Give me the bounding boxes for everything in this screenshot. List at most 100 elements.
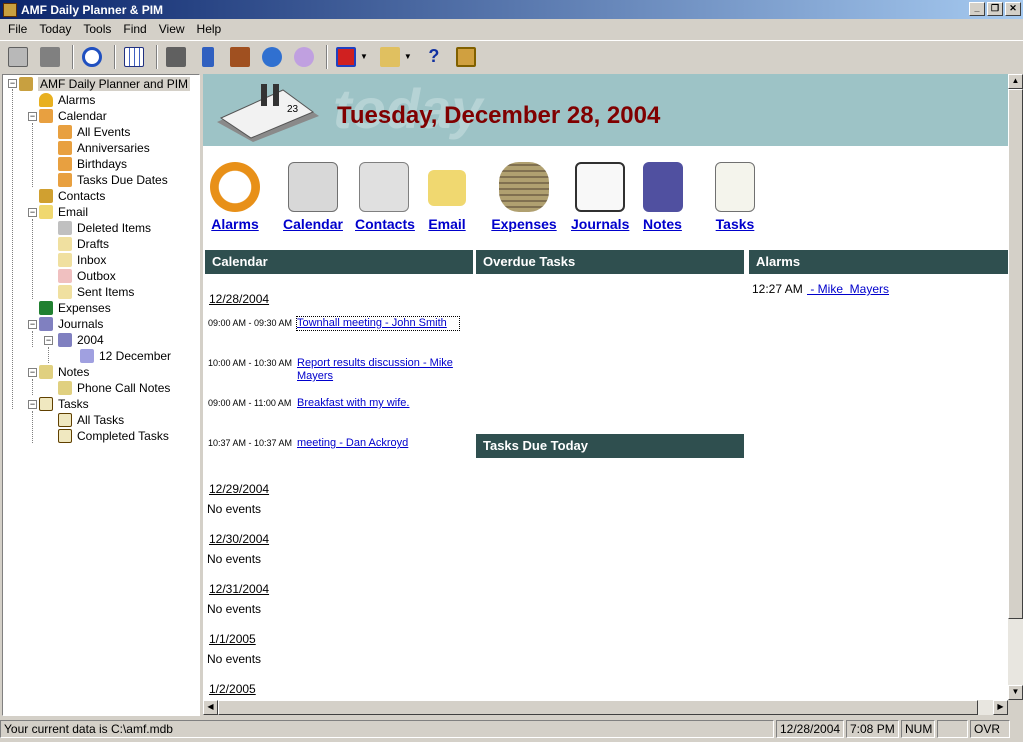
minimize-button[interactable]: _ [969, 2, 985, 16]
tree-item-12-december[interactable]: 12 December [80, 348, 171, 364]
scroll-right-button[interactable]: ▶ [993, 700, 1008, 715]
nav-email-link[interactable]: Email [428, 216, 465, 232]
tree-item-drafts[interactable]: Drafts [58, 236, 109, 252]
collapse-toggle[interactable]: − [44, 336, 53, 345]
calendar-icon [58, 125, 72, 139]
horizontal-scrollbar[interactable]: ◀ ▶ [203, 700, 1008, 715]
help-icon: ? [428, 46, 440, 66]
nav-tasks[interactable]: Tasks [713, 162, 757, 232]
nav-alarms-link[interactable]: Alarms [211, 216, 258, 232]
tree-item-journals[interactable]: Journals [39, 316, 103, 332]
tree-item-all-events[interactable]: All Events [58, 124, 130, 140]
scroll-down-button[interactable]: ▼ [1008, 685, 1023, 700]
tree-item-birthdays[interactable]: Birthdays [58, 156, 127, 172]
tree-item-sent-items[interactable]: Sent Items [58, 284, 134, 300]
collapse-toggle[interactable]: − [8, 79, 17, 88]
event-link[interactable]: Townhall meeting - John Smith [296, 316, 460, 331]
tree-item-outbox[interactable]: Outbox [58, 268, 116, 284]
day-heading: 1/1/2005 [209, 632, 256, 646]
tree-item-phone-call-notes[interactable]: Phone Call Notes [58, 380, 170, 396]
tree-item-expenses[interactable]: Expenses [39, 300, 111, 316]
vertical-scrollbar[interactable]: ▲ ▼ [1008, 74, 1023, 700]
exit-button[interactable] [452, 44, 480, 70]
menu-view[interactable]: View [153, 22, 191, 36]
event-link[interactable]: meeting - Dan Ackroyd [297, 437, 459, 450]
alarm-link[interactable]: - Mike Mayers [807, 282, 889, 296]
inbox-icon [58, 253, 72, 267]
tree-item-tasks-due-dates[interactable]: Tasks Due Dates [58, 172, 168, 188]
svg-text:23: 23 [287, 104, 299, 115]
tree-item-2004[interactable]: 2004 [58, 332, 104, 348]
nav-expenses[interactable]: Expenses [491, 162, 557, 232]
menu-today[interactable]: Today [33, 22, 77, 36]
collapse-toggle[interactable]: − [28, 400, 37, 409]
tree-item-all-tasks[interactable]: All Tasks [58, 412, 124, 428]
tree-item-tasks[interactable]: Tasks [39, 396, 89, 412]
event-link[interactable]: Breakfast with my wife. [297, 397, 459, 410]
new-item-button[interactable] [332, 44, 360, 70]
no-events-label: No events [207, 602, 262, 616]
phone-button[interactable] [162, 44, 190, 70]
open-book-icon [575, 162, 625, 212]
menu-help[interactable]: Help [191, 22, 228, 36]
menu-find[interactable]: Find [117, 22, 152, 36]
collapse-toggle[interactable]: − [28, 320, 37, 329]
tree-item-anniversaries[interactable]: Anniversaries [58, 140, 150, 156]
calculator-button[interactable] [194, 44, 222, 70]
calendar-grid-icon [124, 46, 144, 67]
tree-item-completed-tasks[interactable]: Completed Tasks [58, 428, 169, 444]
nav-journals[interactable]: Journals [571, 162, 629, 232]
rolodex-icon [359, 162, 409, 212]
scroll-thumb[interactable] [1008, 89, 1023, 619]
tree-item-root[interactable]: AMF Daily Planner and PIM [19, 76, 191, 92]
tree-item-contacts[interactable]: Contacts [39, 188, 105, 204]
status-num: NUM [901, 720, 935, 738]
nav-calendar[interactable]: Calendar [283, 162, 343, 232]
nav-notes-link[interactable]: Notes [643, 216, 682, 232]
menu-file[interactable]: File [2, 22, 33, 36]
tools-button[interactable] [226, 44, 254, 70]
scroll-up-button[interactable]: ▲ [1008, 74, 1023, 89]
collapse-toggle[interactable]: − [28, 112, 37, 121]
nav-contacts-link[interactable]: Contacts [355, 216, 415, 232]
day-heading: 12/28/2004 [209, 292, 270, 306]
refresh-button[interactable] [78, 44, 106, 70]
tree-item-inbox[interactable]: Inbox [58, 252, 106, 268]
print-button[interactable] [4, 44, 32, 70]
tree-item-alarms[interactable]: Alarms [39, 92, 95, 108]
close-button[interactable]: ✕ [1005, 2, 1021, 16]
tree-item-deleted-items[interactable]: Deleted Items [58, 220, 151, 236]
tree-item-calendar[interactable]: Calendar [39, 108, 107, 124]
tree-item-email[interactable]: Email [39, 204, 88, 220]
gears-button[interactable] [290, 44, 318, 70]
nav-notes[interactable]: Notes [643, 162, 683, 232]
no-events-label: No events [207, 652, 262, 666]
envelope-icon [428, 170, 466, 206]
tree-item-notes[interactable]: Notes [39, 364, 89, 380]
nav-alarms[interactable]: Alarms [209, 162, 261, 232]
title-bar: AMF Daily Planner & PIM _ ❐ ✕ [0, 0, 1023, 19]
globe-button[interactable] [258, 44, 286, 70]
nav-tasks-link[interactable]: Tasks [716, 216, 755, 232]
edit-dropdown[interactable]: ▼ [404, 52, 412, 61]
new-item-dropdown[interactable]: ▼ [360, 52, 368, 61]
help-button[interactable]: ? [420, 44, 448, 70]
globe-icon [262, 46, 282, 67]
scroll-left-button[interactable]: ◀ [203, 700, 218, 715]
edit-button[interactable] [376, 44, 404, 70]
nav-contacts[interactable]: Contacts [355, 162, 415, 232]
restore-button[interactable]: ❐ [987, 2, 1003, 16]
money-icon [39, 301, 53, 315]
event-link[interactable]: Report results discussion - Mike Mayers [297, 357, 459, 383]
collapse-toggle[interactable]: − [28, 368, 37, 377]
collapse-toggle[interactable]: − [28, 208, 37, 217]
menu-tools[interactable]: Tools [77, 22, 117, 36]
scroll-thumb[interactable] [218, 700, 978, 715]
nav-calendar-link[interactable]: Calendar [283, 216, 343, 232]
nav-expenses-link[interactable]: Expenses [491, 216, 556, 232]
outbox-icon [58, 269, 72, 283]
nav-email[interactable]: Email [425, 162, 469, 232]
print-setup-button[interactable] [36, 44, 64, 70]
calendar-view-button[interactable] [120, 44, 148, 70]
nav-journals-link[interactable]: Journals [571, 216, 629, 232]
